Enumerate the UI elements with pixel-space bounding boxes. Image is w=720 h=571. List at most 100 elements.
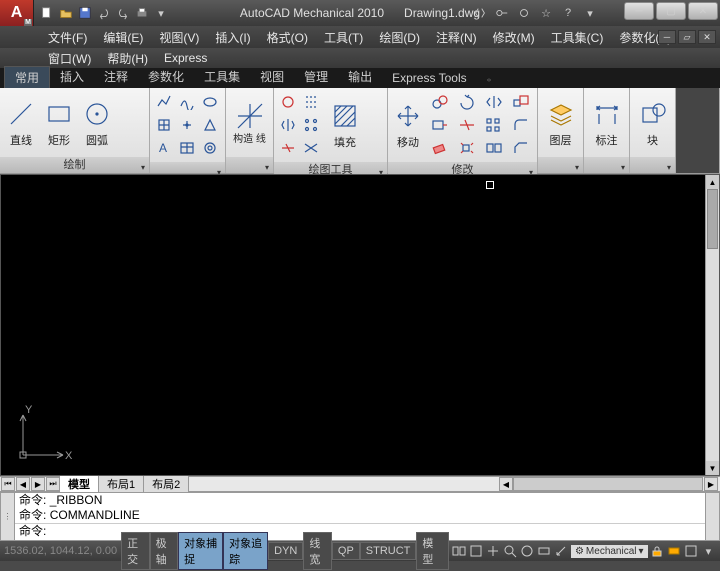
doc-minimize-button[interactable]: ─ — [658, 30, 676, 44]
qat-dropdown-icon[interactable]: ▾ — [152, 4, 170, 22]
toggle-osnap[interactable]: 对象捕捉 — [178, 532, 223, 570]
command-handle[interactable]: ⋮ — [1, 493, 15, 540]
erase-icon[interactable] — [427, 137, 453, 159]
ribbon-tab-manage[interactable]: 管理 — [294, 66, 338, 88]
menu-annotate[interactable]: 注释(N) — [428, 27, 485, 48]
trim-small-icon[interactable] — [277, 137, 299, 159]
sync-icon[interactable] — [514, 3, 534, 23]
status-tray-expand-icon[interactable]: ▾ — [701, 543, 716, 559]
move-button[interactable]: 移动 — [390, 93, 426, 157]
favorite-icon[interactable]: ☆ — [536, 3, 556, 23]
minimize-button[interactable]: ─ — [624, 2, 654, 20]
print-icon[interactable] — [133, 4, 151, 22]
clean-screen-icon[interactable] — [684, 543, 699, 559]
ribbon-tab-annotate[interactable]: 注释 — [94, 66, 138, 88]
key-icon[interactable] — [492, 3, 512, 23]
quickview-drawings-icon[interactable] — [468, 543, 483, 559]
toggle-dyn[interactable]: DYN — [268, 542, 303, 560]
scale-icon[interactable] — [508, 91, 534, 113]
menu-modify[interactable]: 修改(M) — [485, 27, 543, 48]
layout-prev-icon[interactable]: ◀ — [16, 477, 30, 491]
app-menu-button[interactable]: A — [0, 0, 34, 26]
menu-draw[interactable]: 绘图(D) — [371, 27, 428, 48]
ellipse-icon[interactable] — [199, 91, 221, 113]
mirror-icon[interactable] — [481, 91, 507, 113]
donut-icon[interactable] — [199, 137, 221, 159]
menu-edit[interactable]: 编辑(E) — [95, 27, 151, 48]
ribbon-tab-output[interactable]: 输出 — [338, 66, 382, 88]
circle-center-icon[interactable] — [277, 91, 299, 113]
ribbon-tab-express[interactable]: Express Tools — [382, 69, 476, 88]
stretch-icon[interactable] — [427, 114, 453, 136]
hscroll-left-icon[interactable]: ◀ — [499, 477, 513, 491]
pan-icon[interactable] — [485, 543, 500, 559]
new-icon[interactable] — [38, 4, 56, 22]
hscroll-right-icon[interactable]: ▶ — [704, 477, 718, 491]
fillet-icon[interactable] — [508, 114, 534, 136]
scroll-thumb[interactable] — [707, 189, 718, 249]
region-icon[interactable] — [199, 114, 221, 136]
toggle-qp[interactable]: QP — [332, 542, 360, 560]
copy-icon[interactable] — [427, 91, 453, 113]
hscroll-track[interactable] — [513, 477, 703, 491]
menu-tools[interactable]: 工具(T) — [316, 27, 371, 48]
menu-format[interactable]: 格式(O) — [259, 27, 316, 48]
showmotion-icon[interactable] — [537, 543, 552, 559]
help-icon[interactable]: ? — [558, 3, 578, 23]
menu-toolset[interactable]: 工具集(C) — [543, 27, 612, 48]
steering-wheel-icon[interactable] — [520, 543, 535, 559]
array-small-icon[interactable] — [300, 114, 322, 136]
toggle-struct[interactable]: STRUCT — [360, 542, 417, 560]
quickview-layouts-icon[interactable] — [451, 543, 466, 559]
layout-first-icon[interactable]: ⏮ — [1, 477, 15, 491]
toolbar-lock-icon[interactable] — [650, 543, 665, 559]
layout-last-icon[interactable]: ⏭ — [46, 477, 60, 491]
annoscale-icon[interactable] — [554, 543, 569, 559]
menu-insert[interactable]: 插入(I) — [207, 27, 258, 48]
extend-small-icon[interactable] — [300, 137, 322, 159]
hatch-icon[interactable] — [153, 114, 175, 136]
open-icon[interactable] — [57, 4, 75, 22]
polyline-icon[interactable] — [153, 91, 175, 113]
spline-icon[interactable] — [176, 91, 198, 113]
search-icon[interactable] — [470, 3, 490, 23]
ribbon-tab-common[interactable]: 常用 — [4, 66, 50, 88]
ribbon-tab-view[interactable]: 视图 — [250, 66, 294, 88]
line-button[interactable]: 直线 — [2, 91, 40, 155]
chamfer-icon[interactable] — [508, 137, 534, 159]
join-icon[interactable] — [481, 137, 507, 159]
doc-close-button[interactable]: ✕ — [698, 30, 716, 44]
array-icon[interactable] — [481, 114, 507, 136]
table-icon[interactable] — [176, 137, 198, 159]
menu-view[interactable]: 视图(V) — [151, 27, 207, 48]
rotate-icon[interactable] — [454, 91, 480, 113]
trim-icon[interactable] — [454, 114, 480, 136]
redo-icon[interactable] — [114, 4, 132, 22]
point-icon[interactable] — [176, 114, 198, 136]
coordinate-display[interactable]: 1536.02, 1044.12, 0.00 — [0, 545, 121, 557]
ribbon-cycle-icon[interactable] — [477, 73, 501, 88]
arc-button[interactable]: 圆弧 — [78, 91, 116, 155]
vertical-scrollbar[interactable]: ▲ ▼ — [705, 175, 719, 475]
toggle-ortho[interactable]: 正交 — [121, 532, 150, 570]
offset-icon[interactable] — [300, 91, 322, 113]
mirror-small-icon[interactable] — [277, 114, 299, 136]
layout-next-icon[interactable]: ▶ — [31, 477, 45, 491]
undo-icon[interactable] — [95, 4, 113, 22]
layout-tab-layout2[interactable]: 布局2 — [144, 476, 189, 492]
hatch-button[interactable]: 填充 — [323, 93, 367, 157]
toggle-polar[interactable]: 极轴 — [150, 532, 179, 570]
layout-tab-model[interactable]: 模型 — [60, 476, 99, 492]
drawing-canvas[interactable]: Y X ▲ ▼ — [0, 174, 720, 476]
explode-icon[interactable] — [454, 137, 480, 159]
scroll-down-icon[interactable]: ▼ — [706, 461, 719, 475]
toggle-lwt[interactable]: 线宽 — [303, 532, 332, 570]
block-button[interactable]: 块 — [632, 91, 673, 155]
toggle-otrack[interactable]: 对象追踪 — [223, 532, 268, 570]
rectangle-button[interactable]: 矩形 — [40, 91, 78, 155]
save-icon[interactable] — [76, 4, 94, 22]
doc-restore-button[interactable]: ▱ — [678, 30, 696, 44]
hardware-accel-icon[interactable] — [667, 543, 682, 559]
menu-express[interactable]: Express — [156, 49, 215, 67]
maximize-button[interactable]: ▢ — [656, 2, 686, 20]
